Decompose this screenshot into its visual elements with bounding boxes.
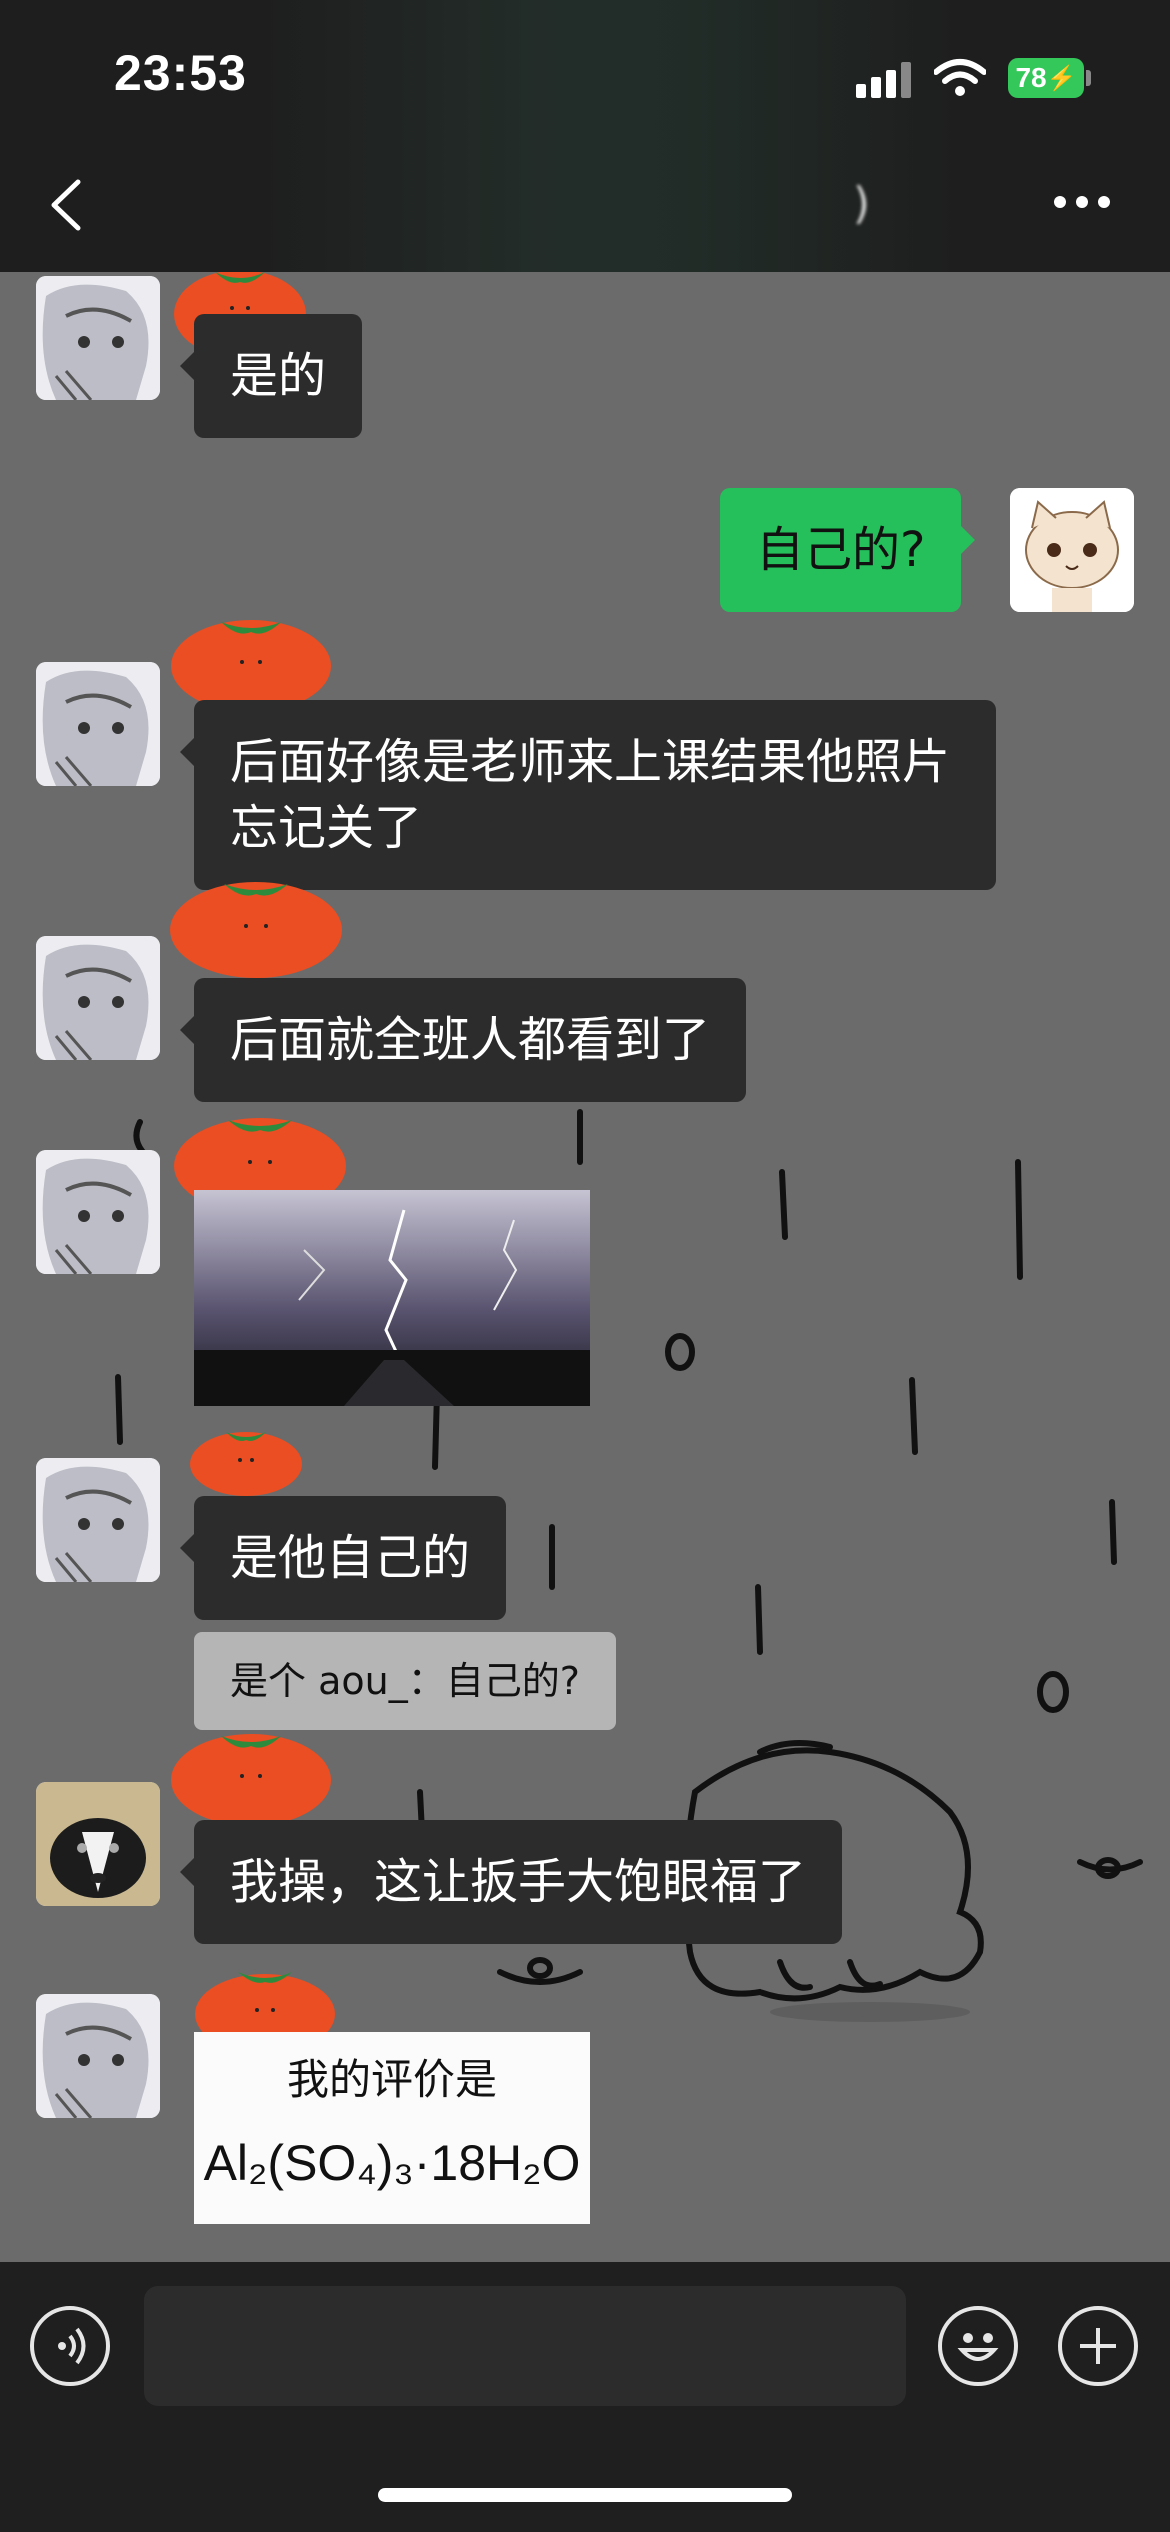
message-bubble[interactable]: 后面就全班人都看到了: [179, 978, 747, 1102]
chat-title: ): [852, 178, 870, 229]
quoted-reply[interactable]: 是个 aou_：自己的?: [194, 1632, 616, 1730]
avatar[interactable]: [36, 1150, 160, 1274]
plus-icon[interactable]: [1058, 2306, 1138, 2386]
message-input[interactable]: [144, 2286, 906, 2406]
message-bubble[interactable]: 是的: [179, 314, 363, 438]
emoji-icon[interactable]: [938, 2306, 1018, 2386]
tomato-sticker-icon: [190, 1432, 302, 1496]
wifi-icon: [934, 59, 986, 96]
back-icon[interactable]: [40, 170, 90, 240]
message-bubble[interactable]: 我操，这让扳手大饱眼福了: [179, 1820, 843, 1944]
status-time: 23:53: [114, 45, 247, 101]
formula-image[interactable]: 我的评价是 Al₂(SO₄)₃·18H₂O: [194, 2032, 590, 2224]
battery-level: 78: [1015, 62, 1047, 93]
battery-icon: 78 ⚡: [1008, 58, 1084, 98]
voice-icon[interactable]: [30, 2306, 110, 2386]
my-avatar[interactable]: [1010, 488, 1134, 612]
chemical-formula: Al₂(SO₄)₃·18H₂O: [203, 2135, 581, 2191]
message-bubble-mine[interactable]: 自己的?: [720, 488, 976, 612]
avatar[interactable]: [36, 662, 160, 786]
tomato-sticker-icon: [171, 1734, 331, 1826]
avatar[interactable]: [36, 1782, 160, 1906]
signal-icon: [856, 62, 912, 98]
message-bubble[interactable]: 后面好像是老师来上课结果他照片忘记关了: [180, 700, 996, 890]
message-bubble[interactable]: 是他自己的: [179, 1496, 507, 1620]
lightning-photo[interactable]: [194, 1190, 590, 1406]
top-bar: 23:53 78 ⚡ ): [0, 0, 1170, 272]
avatar[interactable]: [36, 276, 160, 400]
avatar[interactable]: [36, 1458, 160, 1582]
avatar[interactable]: [36, 1994, 160, 2118]
input-bar: [0, 2262, 1170, 2532]
image-caption: 我的评价是: [286, 2055, 497, 2104]
battery-nub: [1086, 70, 1091, 86]
chat-area[interactable]: 是的 自己的? 后面好像是老师来上课结果他照片忘记关了 后面就全班人都看到了 是…: [0, 272, 1170, 2262]
avatar[interactable]: [36, 936, 160, 1060]
home-indicator[interactable]: [378, 2488, 792, 2502]
tomato-sticker-icon: [170, 882, 342, 978]
more-icon[interactable]: [1054, 196, 1114, 214]
